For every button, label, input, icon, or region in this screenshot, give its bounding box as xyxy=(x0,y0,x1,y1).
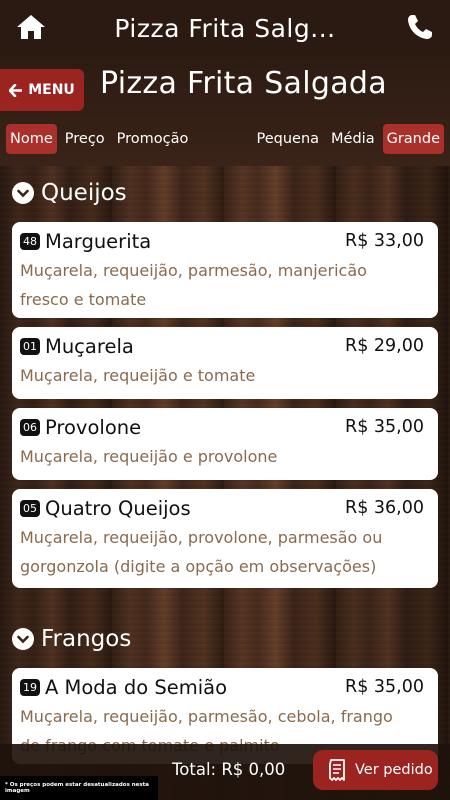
description-line: Muçarela, requeijão, parmesão, cebola, f… xyxy=(20,707,393,726)
description-line: gorgonzola (digite a opção em observaçõe… xyxy=(20,557,377,576)
section-title: Queijos xyxy=(41,180,127,206)
product-price: R$ 35,00 xyxy=(345,677,424,697)
description-line: Muçarela, requeijão, parmesão, manjericã… xyxy=(20,261,367,280)
product-code: 48 xyxy=(20,232,40,250)
section-header-frangos[interactable]: Frangos xyxy=(12,626,131,652)
product-card[interactable]: 48 Marguerita R$ 33,00 Muçarela, requeij… xyxy=(12,222,438,318)
description-line: Muçarela, requeijão e tomate xyxy=(20,366,256,385)
description-line: Muçarela, requeijão, provolone, parmesão… xyxy=(20,528,383,547)
product-name: Provolone xyxy=(45,415,142,439)
product-code: 06 xyxy=(20,418,40,436)
header-title: Pizza Frita Salg... xyxy=(114,13,336,43)
size-small[interactable]: Pequena xyxy=(252,124,323,154)
menu-button-label: MENU xyxy=(28,82,75,98)
order-total: Total: R$ 0,00 xyxy=(172,760,286,779)
product-description: Muçarela, requeijão e provolone xyxy=(20,442,428,471)
product-card[interactable]: 01 Muçarela R$ 29,00 Muçarela, requeijão… xyxy=(12,327,438,399)
product-description: Muçarela, requeijão, provolone, parmesão… xyxy=(20,523,428,581)
chevron-down-icon xyxy=(12,182,34,204)
page-title: Pizza Frita Salgada xyxy=(100,66,387,101)
section-header-queijos[interactable]: Queijos xyxy=(12,180,127,206)
product-name: Muçarela xyxy=(45,334,134,358)
home-icon[interactable] xyxy=(16,13,46,41)
price-disclaimer: * Os preços podem estar desatualizados n… xyxy=(0,776,158,800)
product-description: Muçarela, requeijão, parmesão, manjericã… xyxy=(20,256,428,314)
product-price: R$ 35,00 xyxy=(345,417,424,437)
product-code: 05 xyxy=(20,499,40,517)
sort-by-price[interactable]: Preço xyxy=(61,124,109,154)
sort-options: Nome Preço Promoção xyxy=(6,124,192,154)
view-order-button[interactable]: Ver pedido xyxy=(313,750,438,790)
description-line: fresco e tomate xyxy=(20,290,147,309)
app-header: Pizza Frita Salg... xyxy=(0,0,450,56)
arrow-left-icon xyxy=(9,83,23,97)
sort-by-name[interactable]: Nome xyxy=(6,124,57,154)
product-name: Quatro Queijos xyxy=(45,496,191,520)
product-price: R$ 33,00 xyxy=(345,231,424,251)
product-description: Muçarela, requeijão e tomate xyxy=(20,361,428,390)
menu-button[interactable]: MENU xyxy=(0,69,84,111)
size-large[interactable]: Grande xyxy=(382,124,444,154)
product-price: R$ 36,00 xyxy=(345,498,424,518)
sort-by-promotion[interactable]: Promoção xyxy=(113,124,193,154)
description-line: Muçarela, requeijão e provolone xyxy=(20,447,278,466)
product-card[interactable]: 05 Quatro Queijos R$ 36,00 Muçarela, req… xyxy=(12,489,438,588)
section-title: Frangos xyxy=(41,626,132,652)
product-price: R$ 29,00 xyxy=(345,336,424,356)
product-name: A Moda do Semião xyxy=(45,675,227,699)
size-medium[interactable]: Média xyxy=(327,124,379,154)
product-code: 19 xyxy=(20,678,40,696)
size-options: Pequena Média Grande xyxy=(252,124,444,154)
product-code: 01 xyxy=(20,337,40,355)
view-order-label: Ver pedido xyxy=(355,762,433,778)
category-header: MENU Pizza Frita Salgada Nome Preço Prom… xyxy=(0,56,450,166)
receipt-icon xyxy=(329,759,345,781)
product-card[interactable]: 06 Provolone R$ 35,00 Muçarela, requeijã… xyxy=(12,408,438,480)
chevron-down-icon xyxy=(12,628,34,650)
product-name: Marguerita xyxy=(45,229,152,253)
phone-icon[interactable] xyxy=(406,13,434,41)
